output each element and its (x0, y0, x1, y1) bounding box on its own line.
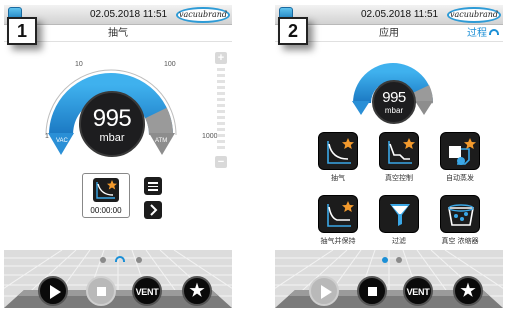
zoom-in-button[interactable]: + (215, 52, 227, 64)
zoom-step (217, 74, 225, 77)
pump-down-screen: 02.05.2018 11:51 vacuubrand 1 抽气 VAC ATM… (4, 5, 232, 308)
vac-label: VAC (56, 138, 68, 144)
app-pump-and-hold[interactable] (318, 195, 358, 233)
favorite-tile[interactable]: 00:00:00 (82, 173, 130, 218)
gauge-atm-segment (412, 85, 433, 104)
filtration-icon (390, 204, 410, 226)
list-line (148, 182, 158, 184)
vent-label: VENT (406, 287, 430, 297)
vacuum-control-icon (388, 138, 415, 164)
zoom-step (217, 116, 225, 119)
atm-wedge (415, 101, 433, 115)
stop-button[interactable] (357, 276, 387, 306)
scale-label-1: 1 (45, 133, 49, 140)
pressure-unit: mbar (99, 132, 125, 144)
pressure-unit: mbar (384, 106, 404, 115)
atm-wedge (149, 133, 175, 155)
list-line (148, 189, 158, 191)
play-icon (321, 285, 332, 299)
pressure-readout: 995 mbar (372, 80, 416, 124)
vac-wedge (48, 133, 74, 155)
scale-label-10: 10 (75, 61, 83, 68)
zoom-control[interactable]: + − (215, 52, 227, 170)
pressure-readout: 995 mbar (79, 91, 145, 157)
zoom-step (217, 140, 225, 143)
zoom-step (217, 92, 225, 95)
page-dot-active[interactable] (382, 257, 388, 263)
stop-icon (368, 287, 377, 296)
applications-screen: 02.05.2018 11:51 vacuubrand 2 应用 过程 995 … (275, 5, 503, 308)
favorites-button[interactable]: ★ (182, 276, 212, 306)
start-button[interactable] (38, 276, 68, 306)
app-auto-evaporation[interactable] (440, 132, 480, 170)
app-vacuum-control[interactable] (379, 132, 419, 170)
auto-evaporation-icon (449, 138, 476, 165)
zoom-step (217, 86, 225, 89)
zoom-step (217, 68, 225, 71)
page-dot-active-wifi-icon[interactable] (115, 256, 125, 262)
zoom-step (217, 128, 225, 131)
favorites-button[interactable]: ★ (453, 276, 483, 306)
app-label-vacuum-control: 真空控制 (385, 175, 413, 182)
app-pump-down[interactable] (318, 132, 358, 170)
scale-label-100: 100 (164, 61, 176, 68)
zoom-out-button[interactable]: − (215, 156, 227, 168)
chevron-right-icon (150, 204, 158, 216)
start-button[interactable] (309, 276, 339, 306)
zoom-step (217, 110, 225, 113)
zoom-step (217, 146, 225, 149)
app-label-pump-and-hold: 抽气并保持 (320, 238, 356, 245)
zoom-step (217, 104, 225, 107)
star-icon: ★ (189, 281, 205, 300)
app-label-pump-down: 抽气 (331, 175, 345, 182)
favorite-timer: 00:00:00 (90, 206, 122, 215)
app-vacuum-concentrator[interactable] (440, 195, 480, 233)
page-dot[interactable] (100, 257, 106, 263)
app-label-auto-evaporation: 自动蒸发 (446, 175, 474, 182)
play-icon (50, 285, 61, 299)
pressure-value: 995 (382, 89, 406, 106)
vent-button[interactable]: VENT (132, 276, 162, 306)
step-badge: 1 (7, 17, 37, 45)
page-dot[interactable] (396, 257, 402, 263)
vac-wedge (352, 101, 370, 115)
atm-label: ATM (155, 138, 168, 144)
zoom-step (217, 134, 225, 137)
vent-label: VENT (135, 287, 159, 297)
app-filtration[interactable] (379, 195, 419, 233)
zoom-step (217, 80, 225, 83)
pump-curve-star-icon (93, 178, 119, 202)
stop-button[interactable] (86, 276, 116, 306)
stop-icon (97, 287, 106, 296)
next-button[interactable] (144, 201, 162, 219)
zoom-step (217, 122, 225, 125)
zoom-step (217, 98, 225, 101)
vent-button[interactable]: VENT (403, 276, 433, 306)
pump-and-hold-icon (327, 201, 354, 227)
pressure-value: 995 (92, 105, 132, 132)
vacuum-concentrator-icon (448, 204, 474, 226)
star-icon: ★ (460, 281, 476, 300)
pump-down-icon (327, 138, 354, 164)
app-label-vacuum-concentrator: 真空 浓缩器 (441, 238, 479, 245)
menu-list-button[interactable] (144, 177, 162, 195)
page-dot[interactable] (136, 257, 142, 263)
step-badge: 2 (278, 17, 308, 45)
gauge-atm-segment (144, 107, 173, 136)
app-label-filtration: 过滤 (392, 238, 406, 245)
list-line (148, 185, 158, 187)
